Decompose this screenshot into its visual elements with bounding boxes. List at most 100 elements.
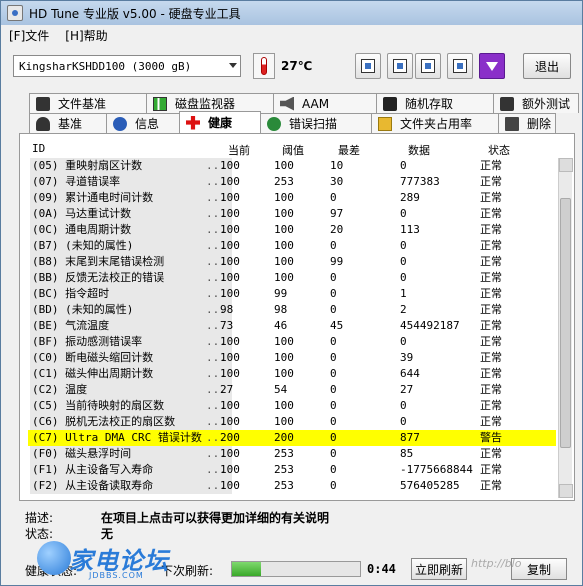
table-row[interactable]: (BB) 反馈无法校正的错误... 100 100 0 0 正常	[28, 270, 556, 286]
row-id: (07) 寻道错误率	[30, 174, 232, 190]
table-row[interactable]: (BF) 振动感测错误率... 100 100 0 0 正常	[28, 334, 556, 350]
table-row[interactable]: (BE) 气流温度... 73 46 45 454492187 正常	[28, 318, 556, 334]
row-threshold: 253	[274, 479, 294, 492]
table-row[interactable]: (07) 寻道错误率... 100 253 30 777383 正常	[28, 174, 556, 190]
col-id[interactable]: ID	[32, 142, 45, 155]
refresh-countdown: 0:44	[367, 562, 396, 576]
scroll-thumb[interactable]	[560, 198, 571, 448]
table-row[interactable]: (B8) 末尾到末尾错误检测... 100 100 99 0 正常	[28, 254, 556, 270]
table-row[interactable]: (C0) 断电磁头缩回计数... 100 100 0 39 正常	[28, 350, 556, 366]
description-value: 在项目上点击可以获得更加详细的有关说明	[101, 511, 330, 525]
row-status: 正常	[480, 271, 502, 284]
row-current: 100	[220, 175, 240, 188]
row-worst: 30	[330, 175, 344, 188]
tab-row-2: 基准 信息 健康 错误扫描 文件夹占用率 删除	[29, 111, 556, 133]
scrollbar[interactable]	[558, 158, 573, 498]
options-button[interactable]	[447, 53, 473, 79]
tab-folder-usage[interactable]: 文件夹占用率	[371, 113, 499, 133]
table-row[interactable]: (F2) 从主设备读取寿命... 100 253 0 576405285 正常	[28, 478, 556, 494]
table-row[interactable]: (C7) Ultra DMA CRC 错误计数... 200 200 0 877 警告	[28, 430, 556, 446]
health-panel: ID 当前 阈值 最差 数据 状态 (05) 重映射扇区计数... 100 100 1…	[19, 133, 575, 501]
exit-button[interactable]: 退出	[523, 53, 571, 79]
tab-health[interactable]: 健康	[179, 111, 261, 133]
table-row[interactable]: (0C) 通电周期计数... 100 100 20 113 正常	[28, 222, 556, 238]
row-id: (B7) (未知的属性)	[30, 238, 232, 254]
table-row[interactable]: (F1) 从主设备写入寿命... 100 253 0 -1775668844 正常	[28, 462, 556, 478]
tab-benchmark[interactable]: 基准	[29, 113, 107, 133]
row-data: 0	[400, 415, 407, 428]
table-row[interactable]: (C2) 温度... 27 54 0 27 正常	[28, 382, 556, 398]
arrow-down-icon	[486, 61, 498, 71]
row-id: (BF) 振动感测错误率	[30, 334, 232, 350]
info-icon	[113, 116, 127, 131]
row-worst: 0	[330, 479, 337, 492]
row-worst: 10	[330, 159, 344, 172]
row-current: 100	[220, 479, 240, 492]
table-row[interactable]: (0A) 马达重试计数... 100 100 97 0 正常	[28, 206, 556, 222]
tab-extra-tests[interactable]: 额外测试	[493, 93, 579, 113]
download-button[interactable]	[479, 53, 505, 79]
refresh-now-button[interactable]: 立即刷新	[411, 558, 467, 580]
tab-disk-monitor[interactable]: 磁盘监视器	[146, 93, 274, 113]
save-button[interactable]	[415, 53, 441, 79]
row-status: 正常	[480, 287, 502, 300]
disk-monitor-icon	[153, 96, 167, 111]
row-data: 0	[400, 207, 407, 220]
tab-file-benchmark[interactable]: 文件基准	[29, 93, 147, 113]
row-status: 正常	[480, 223, 502, 236]
thermometer-icon	[253, 53, 275, 79]
copy-screen-button[interactable]	[387, 53, 413, 79]
row-threshold: 100	[274, 239, 294, 252]
row-threshold: 100	[274, 159, 294, 172]
col-status[interactable]: 状态	[488, 142, 510, 158]
table-row[interactable]: (C6) 脱机无法校正的扇区数... 100 100 0 0 正常	[28, 414, 556, 430]
col-threshold[interactable]: 阈值	[282, 142, 304, 158]
row-threshold: 253	[274, 175, 294, 188]
row-id: (B8) 末尾到末尾错误检测	[30, 254, 232, 270]
smart-table: (05) 重映射扇区计数... 100 100 10 0 正常 (07) 寻道错误率... 1…	[28, 158, 556, 494]
site-logo: 家电论坛 JDBBS.COM	[11, 539, 211, 585]
drive-select[interactable]: KingsharKSHDD100 (3000 gB)	[13, 55, 241, 77]
menu-help[interactable]: [H]帮助	[65, 27, 107, 44]
row-worst: 0	[330, 287, 337, 300]
tab-error-scan[interactable]: 错误扫描	[260, 113, 372, 133]
scroll-up-arrow[interactable]	[559, 158, 573, 172]
row-data: 0	[400, 399, 407, 412]
row-data: 576405285	[400, 479, 460, 492]
row-current: 100	[220, 207, 240, 220]
tab-aam[interactable]: AAM	[273, 93, 377, 113]
description-label: 描述:	[25, 511, 54, 525]
row-status: 正常	[480, 191, 502, 204]
tab-random-access[interactable]: 随机存取	[376, 93, 494, 113]
row-id: (0A) 马达重试计数	[30, 206, 232, 222]
row-threshold: 54	[274, 383, 288, 396]
table-row[interactable]: (BD) (未知的属性)... 98 98 0 2 正常	[28, 302, 556, 318]
table-row[interactable]: (09) 累计通电时间计数... 100 100 0 289 正常	[28, 190, 556, 206]
table-row[interactable]: (C5) 当前待映射的扇区数... 100 100 0 0 正常	[28, 398, 556, 414]
row-threshold: 100	[274, 415, 294, 428]
row-status: 正常	[480, 319, 502, 332]
menu-file[interactable]: [F]文件	[9, 27, 49, 44]
col-data[interactable]: 数据	[408, 142, 430, 158]
logo-globe-icon	[37, 541, 71, 575]
tab-info[interactable]: 信息	[106, 113, 180, 133]
table-row[interactable]: (05) 重映射扇区计数... 100 100 10 0 正常	[28, 158, 556, 174]
row-data: 289	[400, 191, 420, 204]
row-id: (05) 重映射扇区计数	[30, 158, 232, 174]
row-id: (0C) 通电周期计数	[30, 222, 232, 238]
table-row[interactable]: (F0) 磁头悬浮时间... 100 253 0 85 正常	[28, 446, 556, 462]
copy-info-button[interactable]	[355, 53, 381, 79]
row-threshold: 100	[274, 399, 294, 412]
row-data: 0	[400, 255, 407, 268]
tab-delete[interactable]: 删除	[498, 113, 556, 133]
app-icon	[7, 5, 23, 21]
row-data: 27	[400, 383, 414, 396]
table-row[interactable]: (C1) 磁头伸出周期计数... 100 100 0 644 正常	[28, 366, 556, 382]
table-row[interactable]: (B7) (未知的属性)... 100 100 0 0 正常	[28, 238, 556, 254]
col-worst[interactable]: 最差	[338, 142, 360, 158]
scroll-down-arrow[interactable]	[559, 484, 573, 498]
row-status: 正常	[480, 303, 502, 316]
row-threshold: 253	[274, 463, 294, 476]
col-current[interactable]: 当前	[228, 142, 250, 158]
table-row[interactable]: (BC) 指令超时... 100 99 0 1 正常	[28, 286, 556, 302]
